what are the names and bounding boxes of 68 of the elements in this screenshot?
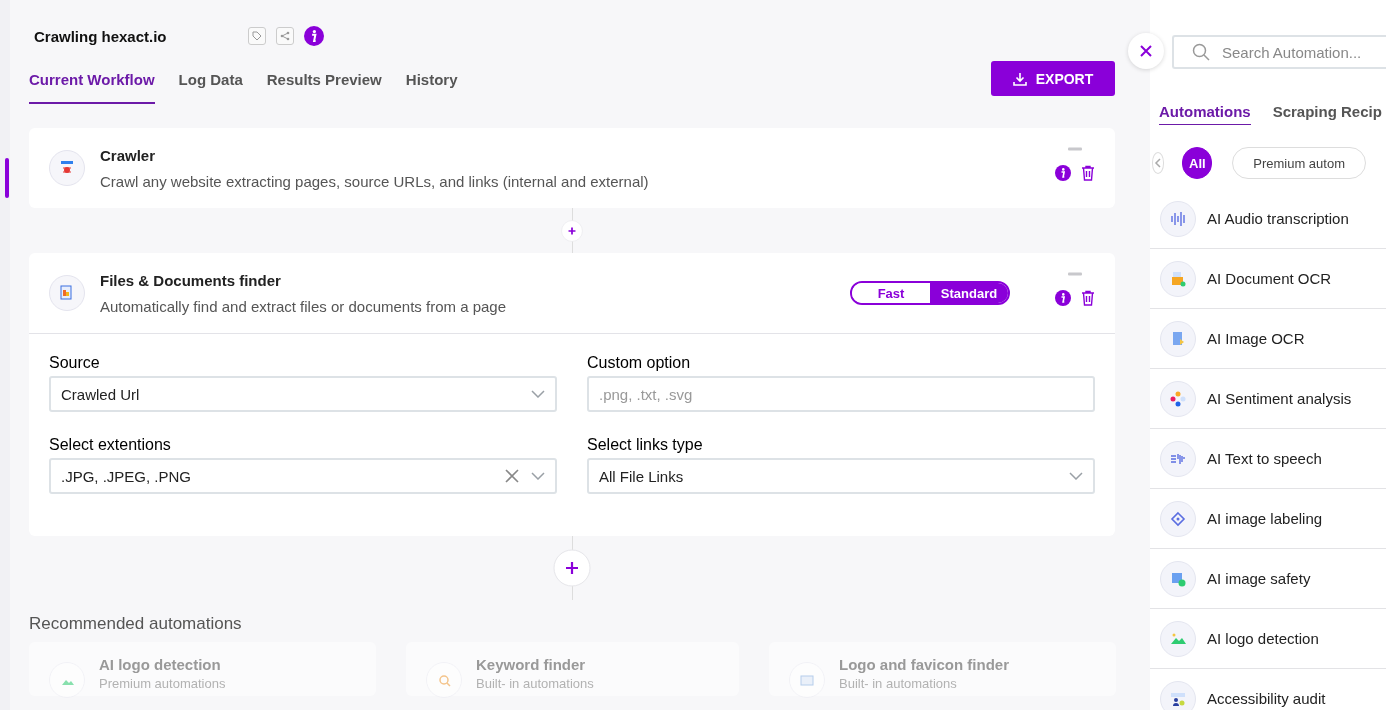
export-button[interactable]: EXPORT	[991, 61, 1115, 96]
step-title: Files & Documents finder	[100, 271, 282, 289]
folder-icon	[1160, 260, 1196, 297]
info-icon[interactable]	[304, 26, 324, 46]
step-title: Crawler	[100, 146, 157, 164]
document-icon	[49, 275, 85, 311]
info-icon[interactable]	[1055, 290, 1071, 306]
waveform-icon	[1160, 200, 1196, 237]
chevron-down-icon[interactable]	[531, 472, 545, 480]
automation-item[interactable]: AI logo detection	[1207, 630, 1319, 647]
field-label: Source	[49, 354, 101, 372]
panel-tab[interactable]: Automations	[1159, 101, 1251, 125]
shield-image-icon	[1160, 560, 1196, 597]
automation-category: Built- in automations	[476, 676, 594, 691]
document-icon	[1160, 320, 1196, 357]
automation-item[interactable]: AI Image OCR	[1207, 330, 1305, 347]
select-field[interactable]: Crawled Url	[49, 376, 557, 412]
filter-chip[interactable]: All	[1182, 147, 1213, 179]
search-icon	[1192, 43, 1210, 61]
automation-item[interactable]: AI Text to speech	[1207, 450, 1322, 467]
workflow-tab[interactable]: History	[405, 65, 458, 104]
dots-icon	[1160, 380, 1196, 417]
filter-chip[interactable]: Premium autom	[1232, 147, 1366, 179]
download-icon	[1012, 71, 1027, 86]
close-button[interactable]	[1128, 33, 1164, 69]
search-field[interactable]: Search Automation...	[1172, 35, 1386, 69]
field-label: Select extentions	[49, 436, 172, 454]
automation-category: Premium automations	[99, 676, 226, 691]
clear-icon[interactable]	[505, 469, 519, 483]
sound-wave-icon	[1160, 440, 1196, 477]
trash-icon[interactable]	[1081, 165, 1095, 181]
automation-item[interactable]: AI Sentiment analysis	[1207, 390, 1352, 407]
chevron-down-icon[interactable]	[531, 390, 545, 398]
workflow-title: Crawling hexact.io	[34, 27, 168, 45]
section-heading: Recommended automations	[29, 614, 243, 634]
browser-icon	[789, 662, 825, 698]
close-icon	[1140, 45, 1152, 57]
add-step-button[interactable]	[553, 549, 591, 587]
automation-title: AI logo detection	[99, 656, 222, 673]
automation-category: Built- in automations	[839, 676, 958, 691]
step-description: Automatically find and extract files or documents from a page	[100, 297, 508, 315]
scroll-left-button[interactable]	[1152, 152, 1165, 174]
workflow-tab[interactable]: Results Preview	[266, 65, 382, 104]
share-icon[interactable]	[276, 27, 294, 45]
workflow-tab[interactable]: Log Data	[178, 65, 243, 104]
info-icon[interactable]	[1055, 165, 1071, 181]
active-indicator	[5, 158, 9, 198]
automation-item[interactable]: Accessibility audit	[1207, 690, 1326, 707]
trash-icon[interactable]	[1081, 290, 1095, 306]
automation-item[interactable]: AI image safety	[1207, 570, 1311, 587]
step-description: Crawl any website extracting pages, source URLs, and links (internal and external)	[100, 172, 650, 190]
workflow-tab[interactable]: Current Workflow	[29, 65, 155, 104]
automation-title: Logo and favicon finder	[839, 656, 1009, 673]
panel-tab[interactable]: Scraping Recip	[1272, 101, 1382, 125]
chevron-down-icon[interactable]	[1069, 472, 1083, 480]
field-label: Custom option	[587, 354, 692, 372]
automation-item[interactable]: AI image labeling	[1207, 510, 1323, 527]
automation-item[interactable]: AI Document OCR	[1207, 270, 1332, 287]
tag-icon[interactable]	[248, 27, 266, 45]
field-label: Select links type	[587, 436, 704, 454]
multi-select-field[interactable]: .JPG, .JPEG, .PNG	[49, 458, 557, 494]
mode-option[interactable]: Standard	[930, 283, 1008, 303]
automation-item[interactable]: AI Audio transcription	[1207, 210, 1349, 227]
automation-title: Keyword finder	[476, 656, 587, 673]
select-field[interactable]: All File Links	[587, 458, 1095, 494]
chevron-left-icon	[1154, 158, 1163, 168]
add-step-button[interactable]	[561, 219, 583, 242]
magnifier-icon	[426, 662, 462, 698]
